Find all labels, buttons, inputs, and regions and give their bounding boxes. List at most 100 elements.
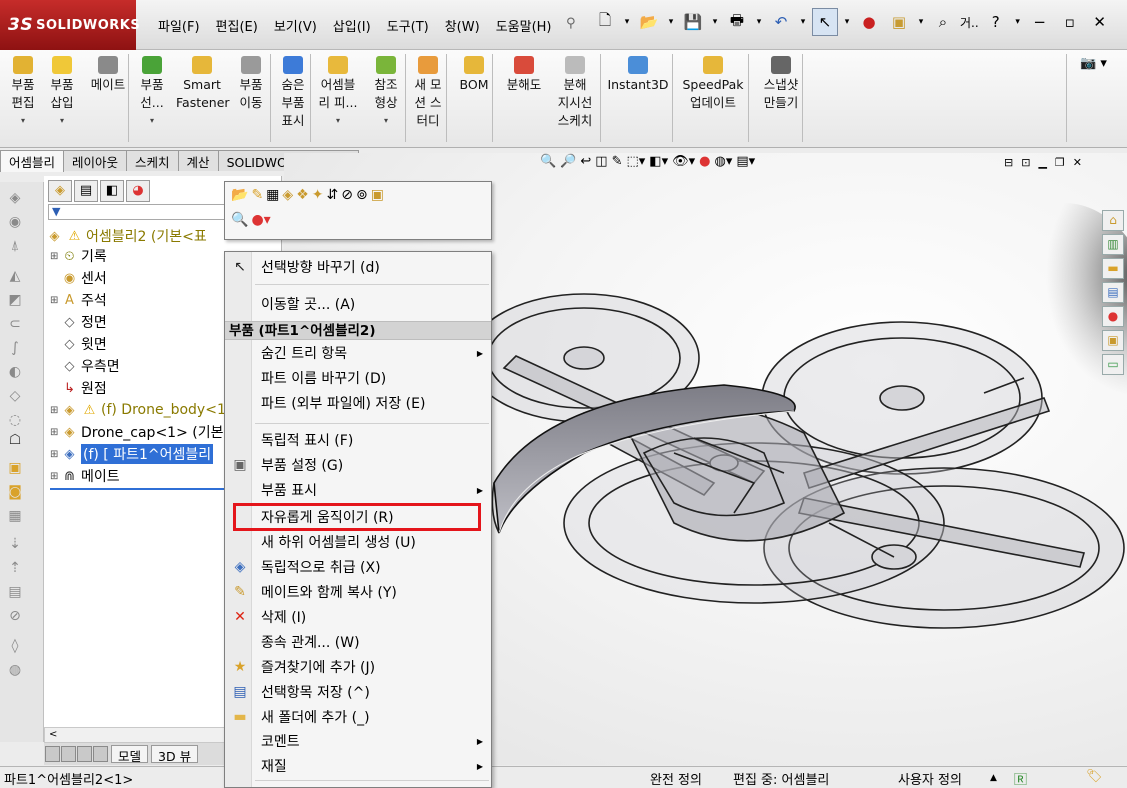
- viewport-close-icon[interactable]: ✕: [1073, 156, 1082, 169]
- options-icon[interactable]: ▣: [886, 8, 912, 36]
- new-dropdown-icon[interactable]: ▾: [622, 8, 632, 36]
- restore-window-icon[interactable]: ▫: [1057, 8, 1083, 36]
- new-document-icon[interactable]: 🗋: [592, 8, 618, 36]
- hide-show-items-icon[interactable]: 👁▾: [672, 154, 695, 169]
- tool-icon-14[interactable]: ▦: [6, 508, 24, 526]
- solidworks-logo[interactable]: 3S SOLIDWORKS: [0, 0, 140, 50]
- isolate-icon[interactable]: ✦: [312, 187, 324, 203]
- menu-view[interactable]: 보기(V): [266, 16, 325, 35]
- prev-tab-button[interactable]: [61, 746, 76, 762]
- tool-icon-15[interactable]: ⇣: [6, 536, 24, 554]
- toolbar-button-1[interactable]: 부품 삽입 ▾: [44, 56, 80, 130]
- context-menu-item[interactable]: 파트 (외부 파일에) 저장 (E): [225, 391, 491, 415]
- dropdown-arrow-icon[interactable]: ▾: [134, 112, 170, 130]
- context-menu-item[interactable]: ◈ 독립적으로 취급 (X): [225, 555, 491, 579]
- filter-icon[interactable]: ▼: [52, 205, 60, 218]
- save-dropdown-icon[interactable]: ▾: [710, 8, 720, 36]
- help-icon[interactable]: ?: [983, 8, 1009, 36]
- toolbar-button-3[interactable]: 부품 선... ▾: [134, 56, 170, 130]
- apply-scene-icon[interactable]: ◍▾: [714, 154, 732, 169]
- menu-insert[interactable]: 삽입(I): [325, 16, 379, 35]
- menu-file[interactable]: 파일(F): [150, 16, 208, 35]
- context-menu-item[interactable]: 숨긴 트리 항목 ▶: [225, 341, 491, 365]
- tab-3d-view[interactable]: 3D 뷰: [151, 745, 199, 764]
- context-menu-item[interactable]: ✎ 메이트와 함께 복사 (Y): [225, 580, 491, 604]
- edit-part-icon[interactable]: ✎: [251, 187, 263, 203]
- tag-icon[interactable]: 🏷: [1086, 769, 1103, 784]
- help-dropdown-icon[interactable]: ▾: [1013, 8, 1023, 36]
- tree-item[interactable]: ↳ 원점: [50, 378, 107, 398]
- open-dropdown-icon[interactable]: ▾: [666, 8, 676, 36]
- pin-icon[interactable]: ⚲: [566, 16, 576, 31]
- solidworks-resources-icon[interactable]: ⌂: [1102, 210, 1124, 231]
- view-settings-icon[interactable]: ▤▾: [736, 154, 755, 169]
- expand-icon[interactable]: ⊞: [50, 295, 60, 306]
- undo-dropdown-icon[interactable]: ▾: [798, 8, 808, 36]
- smart-mate-icon[interactable]: ⊚: [356, 187, 368, 203]
- tree-root[interactable]: ◈ ⚠ 어셈블리2 (기본<표: [46, 226, 207, 246]
- toolbar-button-11[interactable]: 분해도: [500, 56, 548, 94]
- toolbar-button-15[interactable]: 스냅샷 만들기: [754, 56, 808, 112]
- tool-icon-13[interactable]: ◙: [6, 484, 24, 502]
- tool-icon-4[interactable]: ◭: [6, 268, 24, 286]
- units-up-icon[interactable]: ▲: [990, 773, 997, 783]
- menu-edit[interactable]: 편집(E): [208, 16, 266, 35]
- feature-manager-tab-icon[interactable]: ◈: [48, 180, 72, 202]
- tree-item[interactable]: ◉ 센서: [50, 268, 107, 288]
- tree-item[interactable]: ⊞ A 주석: [50, 290, 107, 310]
- toolbar-button-13[interactable]: Instant3D: [606, 56, 670, 94]
- properties-icon[interactable]: ▣: [371, 187, 384, 203]
- help-status-icon[interactable]: 🅁: [1014, 769, 1027, 788]
- viewport-arrow-icon[interactable]: ⊡: [1021, 156, 1030, 169]
- menu-help[interactable]: 도움말(H): [488, 16, 560, 35]
- tree-item[interactable]: ⊞ ⏲ 기록: [50, 246, 107, 266]
- tree-item[interactable]: ◇ 정면: [50, 312, 107, 332]
- tree-item[interactable]: ◇ 윗면: [50, 334, 107, 354]
- tool-icon-19[interactable]: ◊: [6, 638, 24, 656]
- open-part-icon[interactable]: 📂: [231, 187, 248, 203]
- toolbar-button-4[interactable]: Smart Fastener: [176, 56, 230, 112]
- tree-item[interactable]: ◇ 우측면: [50, 356, 120, 376]
- tree-horizontal-scrollbar[interactable]: <: [44, 727, 228, 743]
- open-folder-icon[interactable]: 📂: [636, 8, 662, 36]
- options-dropdown-icon[interactable]: ▾: [916, 8, 926, 36]
- print-icon[interactable]: 🖶: [724, 8, 750, 36]
- display-style-icon[interactable]: ◧▾: [649, 154, 668, 169]
- expand-icon[interactable]: ⊞: [50, 405, 60, 416]
- zoom-to-selection-icon[interactable]: 🔍: [231, 212, 248, 228]
- tree-rollback-bar[interactable]: [50, 488, 230, 490]
- menu-tools[interactable]: 도구(T): [379, 16, 437, 35]
- dynamic-annotation-icon[interactable]: ✎: [612, 154, 623, 169]
- context-menu-item[interactable]: 종속 관계... (W): [225, 630, 491, 654]
- minimize-window-icon[interactable]: −: [1027, 8, 1053, 36]
- tab-layout[interactable]: 레이아웃: [63, 150, 128, 171]
- file-explorer-icon[interactable]: ▬: [1102, 258, 1124, 279]
- toolbar-button-2[interactable]: 메이트: [86, 56, 130, 94]
- toolbar-button-12[interactable]: 분해 지시선 스케치: [552, 56, 598, 130]
- design-library-icon[interactable]: ▥: [1102, 234, 1124, 255]
- camera-icon[interactable]: 📷 ▾: [1080, 56, 1107, 71]
- tool-icon-3[interactable]: ⍋: [6, 238, 24, 256]
- tree-item[interactable]: ⊞ ◈ ⚠ (f) Drone_body<1: [50, 400, 226, 420]
- tool-icon-8[interactable]: ◐: [6, 364, 24, 382]
- toolbar-button-9[interactable]: 새 모 션 스 터디: [410, 56, 446, 130]
- view-palette-icon[interactable]: ▤: [1102, 282, 1124, 303]
- tool-icon-5[interactable]: ◩: [6, 292, 24, 310]
- mate-icon[interactable]: ⊘: [341, 187, 353, 203]
- tool-icon-11[interactable]: ☖: [6, 432, 24, 450]
- expand-icon[interactable]: ⊞: [50, 449, 60, 460]
- select-dropdown-icon[interactable]: ▾: [842, 8, 852, 36]
- tab-model[interactable]: 모델: [111, 745, 149, 764]
- search-icon[interactable]: ⌕: [930, 8, 956, 36]
- context-menu-item[interactable]: 재질 ▶: [225, 754, 491, 778]
- tree-item[interactable]: ⊞ ⋒ 메이트: [50, 466, 120, 486]
- context-menu-item[interactable]: ✕ 삭제 (I): [225, 605, 491, 629]
- context-menu-item[interactable]: 파트 이름 바꾸기 (D): [225, 366, 491, 390]
- context-menu-item[interactable]: 부품 표시 ▶: [225, 478, 491, 502]
- dropdown-arrow-icon[interactable]: ▾: [44, 112, 80, 130]
- toolbar-button-14[interactable]: SpeedPak 업데이트: [680, 56, 746, 112]
- save-icon[interactable]: 💾: [680, 8, 706, 36]
- forum-icon[interactable]: ▭: [1102, 354, 1124, 375]
- context-menu-item[interactable]: 이동할 곳... (A): [225, 292, 491, 316]
- tab-sketch[interactable]: 스케치: [126, 150, 179, 171]
